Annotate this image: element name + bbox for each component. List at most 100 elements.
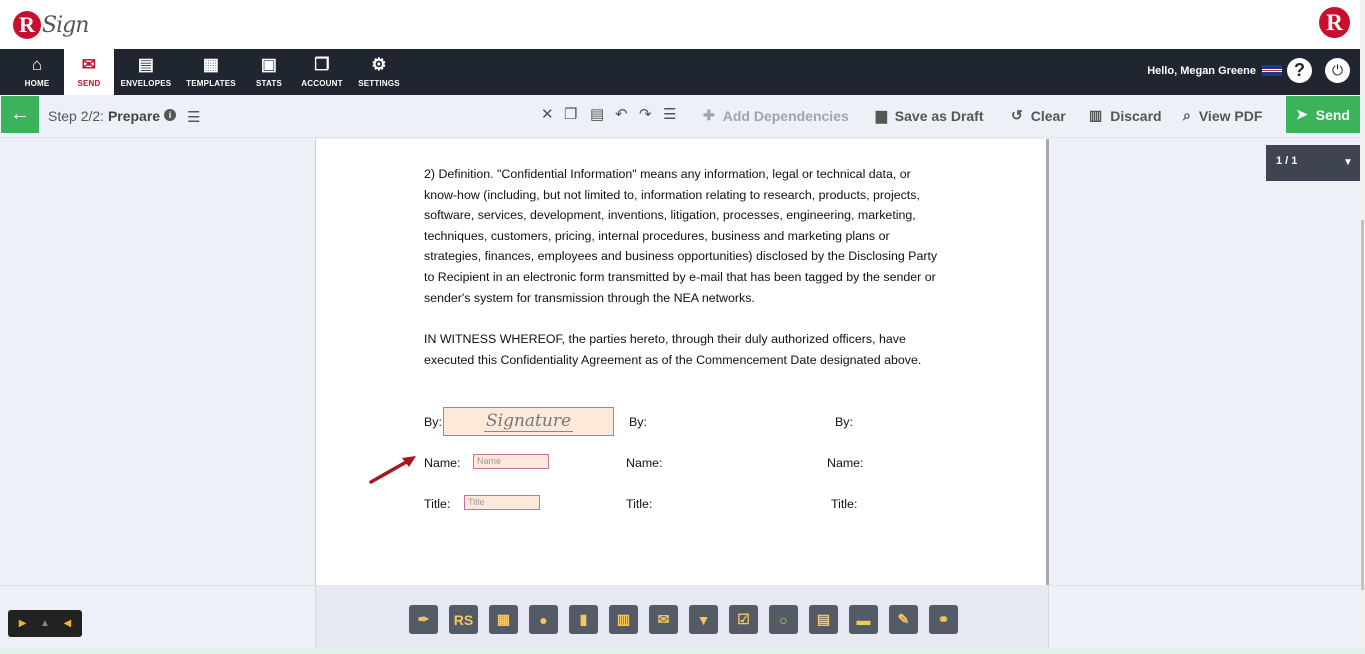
signature-field-text: Signature <box>483 411 574 432</box>
date-stamp-icon[interactable]: ▦ <box>489 605 518 634</box>
briefcase-icon: ▣ <box>260 55 278 74</box>
copy-icon[interactable]: ❐ <box>564 105 577 123</box>
nav-send-label: SEND <box>77 79 101 88</box>
paper-plane-icon: ➤ <box>1296 106 1308 122</box>
by-label-1: By: <box>424 415 442 429</box>
logo-letter: R <box>13 11 41 39</box>
calendar-icon[interactable]: ▤ <box>809 605 838 634</box>
radio-icon[interactable]: ○ <box>769 605 798 634</box>
definition-paragraph: 2) Definition. "Confidential Information… <box>424 167 938 305</box>
by-label-2: By: <box>629 415 647 429</box>
scrollbar-thumb[interactable] <box>1361 220 1364 590</box>
files-icon: ❐ <box>314 55 330 74</box>
control-toolbox: ✒ RS ▦ ● ▮ ▥ ✉ ▼ ☑ ○ ▤ ▬ ✎ ⚭ <box>409 605 969 634</box>
pen-icon[interactable]: ✒ <box>409 605 438 634</box>
text-field-icon[interactable]: ▬ <box>849 605 878 634</box>
nav-templates-label: TEMPLATES <box>186 79 236 88</box>
send-label: Send <box>1315 106 1350 123</box>
envelope-icon: ✉ <box>81 55 97 74</box>
power-icon[interactable]: ⏻ <box>1325 58 1350 83</box>
view-pdf-button[interactable]: ⌕ View PDF <box>1183 107 1262 124</box>
document-icon: ▦ <box>202 55 220 74</box>
logo-wordmark: Sign <box>42 12 89 38</box>
view-pdf-label: View PDF <box>1198 107 1263 124</box>
nav-stats[interactable]: ▣ STATS <box>250 49 288 95</box>
nav-stats-label: STATS <box>255 79 283 88</box>
uk-flag-icon[interactable] <box>1262 65 1282 76</box>
file-icon: ▆ <box>876 107 887 123</box>
add-dependencies-button[interactable]: ✚ Add Dependencies <box>703 107 849 124</box>
nav-account-label: ACCOUNT <box>301 79 343 88</box>
hyperlink-icon[interactable]: ⚭ <box>929 605 958 634</box>
help-icon[interactable]: ? <box>1287 58 1312 83</box>
clear-button[interactable]: ↺ Clear <box>1011 107 1066 124</box>
nav-home-label: HOME <box>24 79 50 88</box>
step-indicator: Step 2/2: Prepare <box>48 108 160 124</box>
clear-label: Clear <box>1030 107 1066 124</box>
nav-settings-label: SETTINGS <box>358 79 400 88</box>
witness-paragraph: IN WITNESS WHEREOF, the parties hereto, … <box>424 332 922 367</box>
nav-settings[interactable]: ⚙ SETTINGS <box>356 49 402 95</box>
gear-icon: ⚙ <box>371 55 387 74</box>
step-name: Prepare <box>107 108 161 124</box>
nav-home[interactable]: ⌂ HOME <box>14 49 60 95</box>
brand-badge-icon: R <box>1319 7 1350 38</box>
step-prefix: Step 2/2: <box>48 108 105 124</box>
send-button[interactable]: ➤ Send <box>1286 96 1360 133</box>
triangle-up-icon[interactable]: ▲ <box>40 618 50 629</box>
redo-icon[interactable]: ↷ <box>639 105 652 123</box>
caret-down-icon: ▼ <box>1343 157 1353 168</box>
top-header: R Sign R <box>0 0 1365 49</box>
main-nav: ⌂ HOME ✉ SEND ▤ ENVELOPES ▦ TEMPLATES ▣ … <box>0 49 1360 95</box>
status-strip <box>0 648 1365 654</box>
back-button[interactable]: ← <box>1 96 39 133</box>
discard-button[interactable]: ▥ Discard <box>1089 107 1162 124</box>
arrow-left-icon: ← <box>10 103 30 125</box>
person-icon[interactable]: ● <box>529 605 558 634</box>
page-selector[interactable]: 1 / 1 ▼ <box>1266 145 1361 181</box>
prepare-toolbar: ← Step 2/2: Prepare i ☰ ✕ ❐ ▤ ↶ ↷ ☰ ✚ Ad… <box>0 95 1360 138</box>
name-field[interactable]: Name <box>473 454 549 469</box>
title-field[interactable]: Title <box>464 495 540 510</box>
puzzle-icon: ✚ <box>703 107 715 123</box>
discard-label: Discard <box>1110 107 1162 124</box>
paste-icon[interactable]: ▤ <box>590 105 604 123</box>
trash-icon: ▥ <box>1089 107 1103 123</box>
add-dependencies-label: Add Dependencies <box>722 107 849 124</box>
inbox-icon: ▤ <box>137 55 155 74</box>
nav-templates[interactable]: ▦ TEMPLATES <box>182 49 240 95</box>
close-icon[interactable]: ✕ <box>541 105 554 123</box>
name-label-2: Name: <box>626 456 663 470</box>
nav-send[interactable]: ✉ SEND <box>64 49 114 95</box>
info-icon[interactable]: i <box>164 109 176 121</box>
nav-envelopes[interactable]: ▤ ENVELOPES <box>118 49 174 95</box>
search-icon: ⌕ <box>1183 107 1191 123</box>
nav-envelopes-label: ENVELOPES <box>120 79 172 88</box>
menu-icon[interactable]: ☰ <box>663 105 676 123</box>
user-greeting: Hello, Megan Greene <box>1147 65 1256 77</box>
list-icon[interactable]: ☰ <box>187 108 200 126</box>
home-icon: ⌂ <box>31 55 43 74</box>
annotation-arrow-icon <box>369 456 416 484</box>
save-draft-button[interactable]: ▆ Save as Draft <box>876 107 984 124</box>
name-label-3: Name: <box>827 456 864 470</box>
signature-field[interactable]: Signature <box>443 407 614 436</box>
title-label-1: Title: <box>424 497 451 511</box>
label-tag-icon[interactable]: ✎ <box>889 605 918 634</box>
dropdown-icon[interactable]: ▼ <box>689 605 718 634</box>
panel-controls: ▶ ▲ ◀ <box>8 610 82 637</box>
checkbox-icon[interactable]: ☑ <box>729 605 758 634</box>
document-page: 2) Definition. "Confidential Information… <box>315 139 1049 585</box>
title-label-2: Title: <box>626 497 653 511</box>
building-icon[interactable]: ▥ <box>609 605 638 634</box>
rsign-logo[interactable]: R Sign <box>13 8 89 42</box>
nav-account[interactable]: ❐ ACCOUNT <box>298 49 346 95</box>
by-label-3: By: <box>835 415 853 429</box>
initials-icon[interactable]: RS <box>449 605 478 634</box>
clipboard-icon[interactable]: ▮ <box>569 605 598 634</box>
play-left-icon[interactable]: ◀ <box>64 618 72 629</box>
play-right-icon[interactable]: ▶ <box>19 618 27 629</box>
undo-icon[interactable]: ↶ <box>615 105 628 123</box>
page-number: 1 / 1 <box>1276 155 1298 167</box>
email-icon[interactable]: ✉ <box>649 605 678 634</box>
